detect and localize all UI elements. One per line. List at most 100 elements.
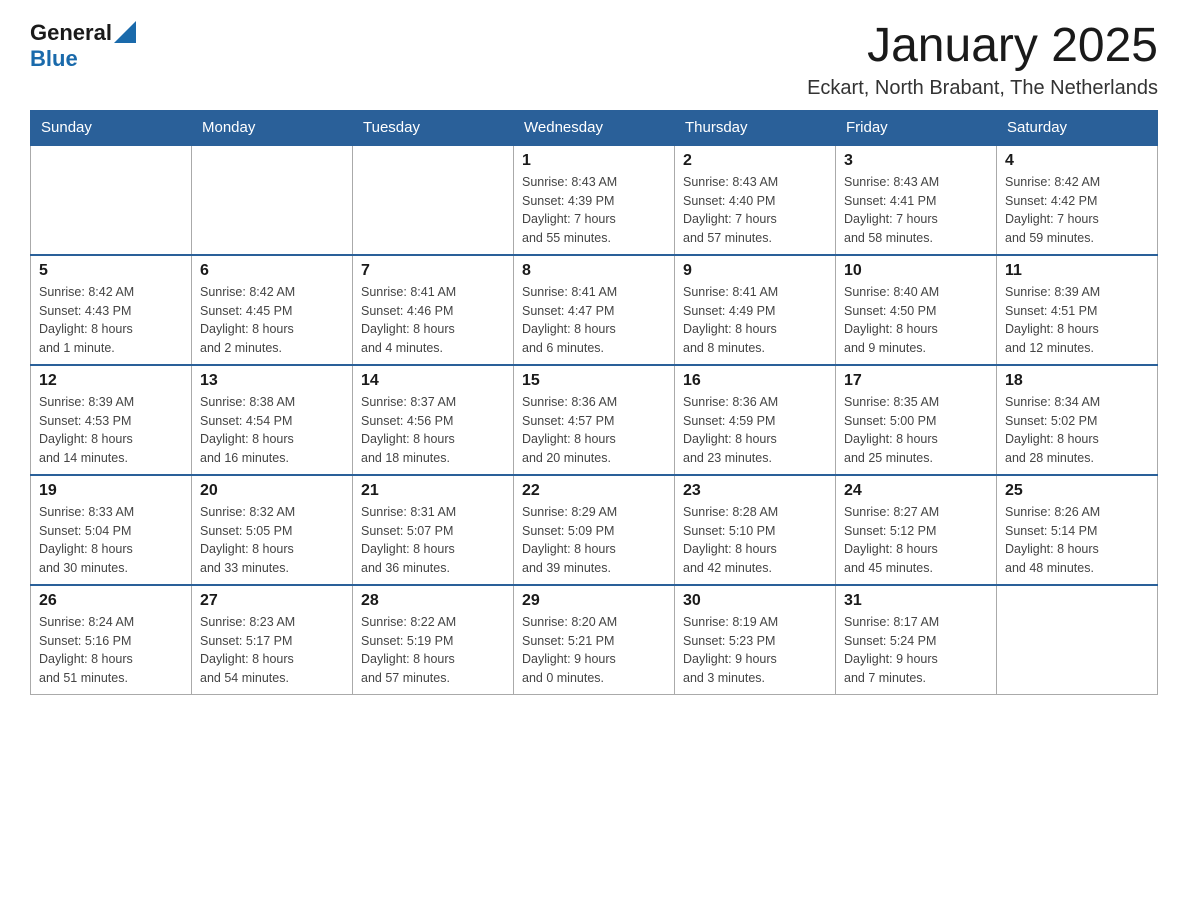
day-number: 8 xyxy=(522,262,666,280)
day-number: 27 xyxy=(200,592,344,610)
calendar-cell: 18 Sunrise: 8:34 AMSunset: 5:02 PMDayligh… xyxy=(997,365,1158,475)
calendar-cell xyxy=(353,145,514,255)
day-number: 20 xyxy=(200,482,344,500)
day-info: Sunrise: 8:29 AMSunset: 5:09 PMDaylight:… xyxy=(522,503,666,578)
day-info: Sunrise: 8:31 AMSunset: 5:07 PMDaylight:… xyxy=(361,503,505,578)
day-header-monday: Monday xyxy=(192,110,353,145)
day-info: Sunrise: 8:41 AMSunset: 4:46 PMDaylight:… xyxy=(361,283,505,358)
day-number: 16 xyxy=(683,372,827,390)
day-number: 1 xyxy=(522,152,666,170)
calendar-cell: 17 Sunrise: 8:35 AMSunset: 5:00 PMDayligh… xyxy=(836,365,997,475)
day-info: Sunrise: 8:28 AMSunset: 5:10 PMDaylight:… xyxy=(683,503,827,578)
day-info: Sunrise: 8:35 AMSunset: 5:00 PMDaylight:… xyxy=(844,393,988,468)
week-row-1: 1 Sunrise: 8:43 AMSunset: 4:39 PMDaylight… xyxy=(31,145,1158,255)
calendar-cell: 2 Sunrise: 8:43 AMSunset: 4:40 PMDaylight… xyxy=(675,145,836,255)
day-info: Sunrise: 8:20 AMSunset: 5:21 PMDaylight:… xyxy=(522,613,666,688)
day-header-thursday: Thursday xyxy=(675,110,836,145)
calendar-cell: 28 Sunrise: 8:22 AMSunset: 5:19 PMDayligh… xyxy=(353,585,514,695)
day-number: 24 xyxy=(844,482,988,500)
calendar-cell: 16 Sunrise: 8:36 AMSunset: 4:59 PMDayligh… xyxy=(675,365,836,475)
logo-triangle-icon xyxy=(114,21,136,43)
day-number: 18 xyxy=(1005,372,1149,390)
calendar-cell: 29 Sunrise: 8:20 AMSunset: 5:21 PMDayligh… xyxy=(514,585,675,695)
day-info: Sunrise: 8:38 AMSunset: 4:54 PMDaylight:… xyxy=(200,393,344,468)
day-number: 7 xyxy=(361,262,505,280)
day-info: Sunrise: 8:36 AMSunset: 4:59 PMDaylight:… xyxy=(683,393,827,468)
calendar-cell xyxy=(31,145,192,255)
day-number: 21 xyxy=(361,482,505,500)
logo-general-text: General xyxy=(30,20,112,46)
day-header-wednesday: Wednesday xyxy=(514,110,675,145)
calendar-cell: 23 Sunrise: 8:28 AMSunset: 5:10 PMDayligh… xyxy=(675,475,836,585)
day-number: 5 xyxy=(39,262,183,280)
day-info: Sunrise: 8:36 AMSunset: 4:57 PMDaylight:… xyxy=(522,393,666,468)
day-info: Sunrise: 8:43 AMSunset: 4:40 PMDaylight:… xyxy=(683,173,827,248)
title-section: January 2025 Eckart, North Brabant, The … xyxy=(807,20,1158,100)
day-number: 12 xyxy=(39,372,183,390)
day-info: Sunrise: 8:40 AMSunset: 4:50 PMDaylight:… xyxy=(844,283,988,358)
day-number: 2 xyxy=(683,152,827,170)
day-number: 29 xyxy=(522,592,666,610)
day-info: Sunrise: 8:41 AMSunset: 4:47 PMDaylight:… xyxy=(522,283,666,358)
day-number: 19 xyxy=(39,482,183,500)
day-info: Sunrise: 8:17 AMSunset: 5:24 PMDaylight:… xyxy=(844,613,988,688)
day-number: 6 xyxy=(200,262,344,280)
day-header-sunday: Sunday xyxy=(31,110,192,145)
day-info: Sunrise: 8:27 AMSunset: 5:12 PMDaylight:… xyxy=(844,503,988,578)
calendar-cell: 3 Sunrise: 8:43 AMSunset: 4:41 PMDaylight… xyxy=(836,145,997,255)
day-info: Sunrise: 8:42 AMSunset: 4:42 PMDaylight:… xyxy=(1005,173,1149,248)
day-number: 28 xyxy=(361,592,505,610)
day-number: 3 xyxy=(844,152,988,170)
day-info: Sunrise: 8:43 AMSunset: 4:41 PMDaylight:… xyxy=(844,173,988,248)
calendar-cell: 13 Sunrise: 8:38 AMSunset: 4:54 PMDayligh… xyxy=(192,365,353,475)
calendar-cell: 10 Sunrise: 8:40 AMSunset: 4:50 PMDayligh… xyxy=(836,255,997,365)
calendar-cell: 20 Sunrise: 8:32 AMSunset: 5:05 PMDayligh… xyxy=(192,475,353,585)
day-info: Sunrise: 8:26 AMSunset: 5:14 PMDaylight:… xyxy=(1005,503,1149,578)
day-info: Sunrise: 8:43 AMSunset: 4:39 PMDaylight:… xyxy=(522,173,666,248)
calendar-cell: 4 Sunrise: 8:42 AMSunset: 4:42 PMDaylight… xyxy=(997,145,1158,255)
day-number: 10 xyxy=(844,262,988,280)
calendar-cell: 9Sunrise: 8:41 AMSunset: 4:49 PMDaylight… xyxy=(675,255,836,365)
calendar-cell: 26Sunrise: 8:24 AMSunset: 5:16 PMDayligh… xyxy=(31,585,192,695)
calendar-cell: 27 Sunrise: 8:23 AMSunset: 5:17 PMDayligh… xyxy=(192,585,353,695)
day-number: 9 xyxy=(683,262,827,280)
calendar-cell: 7 Sunrise: 8:41 AMSunset: 4:46 PMDaylight… xyxy=(353,255,514,365)
calendar-table: SundayMondayTuesdayWednesdayThursdayFrid… xyxy=(30,110,1158,695)
day-number: 4 xyxy=(1005,152,1149,170)
day-info: Sunrise: 8:42 AMSunset: 4:43 PMDaylight:… xyxy=(39,283,183,358)
day-info: Sunrise: 8:19 AMSunset: 5:23 PMDaylight:… xyxy=(683,613,827,688)
calendar-cell: 15 Sunrise: 8:36 AMSunset: 4:57 PMDayligh… xyxy=(514,365,675,475)
day-number: 23 xyxy=(683,482,827,500)
calendar-cell: 22Sunrise: 8:29 AMSunset: 5:09 PMDayligh… xyxy=(514,475,675,585)
day-header-tuesday: Tuesday xyxy=(353,110,514,145)
day-number: 31 xyxy=(844,592,988,610)
day-info: Sunrise: 8:22 AMSunset: 5:19 PMDaylight:… xyxy=(361,613,505,688)
day-number: 13 xyxy=(200,372,344,390)
logo: General Blue xyxy=(30,20,136,72)
calendar-cell: 8 Sunrise: 8:41 AMSunset: 4:47 PMDaylight… xyxy=(514,255,675,365)
day-info: Sunrise: 8:34 AMSunset: 5:02 PMDaylight:… xyxy=(1005,393,1149,468)
day-number: 15 xyxy=(522,372,666,390)
day-number: 30 xyxy=(683,592,827,610)
page-header: General Blue January 2025 Eckart, North … xyxy=(30,20,1158,100)
calendar-cell: 6 Sunrise: 8:42 AMSunset: 4:45 PMDaylight… xyxy=(192,255,353,365)
calendar-cell: 11 Sunrise: 8:39 AMSunset: 4:51 PMDayligh… xyxy=(997,255,1158,365)
calendar-title: January 2025 xyxy=(807,20,1158,73)
day-info: Sunrise: 8:39 AMSunset: 4:53 PMDaylight:… xyxy=(39,393,183,468)
day-number: 14 xyxy=(361,372,505,390)
calendar-cell: 25Sunrise: 8:26 AMSunset: 5:14 PMDayligh… xyxy=(997,475,1158,585)
day-info: Sunrise: 8:42 AMSunset: 4:45 PMDaylight:… xyxy=(200,283,344,358)
day-info: Sunrise: 8:39 AMSunset: 4:51 PMDaylight:… xyxy=(1005,283,1149,358)
calendar-cell: 1 Sunrise: 8:43 AMSunset: 4:39 PMDaylight… xyxy=(514,145,675,255)
calendar-cell: 31 Sunrise: 8:17 AMSunset: 5:24 PMDayligh… xyxy=(836,585,997,695)
calendar-cell: 19 Sunrise: 8:33 AMSunset: 5:04 PMDayligh… xyxy=(31,475,192,585)
week-row-2: 5 Sunrise: 8:42 AMSunset: 4:43 PMDaylight… xyxy=(31,255,1158,365)
week-row-4: 19 Sunrise: 8:33 AMSunset: 5:04 PMDayligh… xyxy=(31,475,1158,585)
day-header-saturday: Saturday xyxy=(997,110,1158,145)
day-number: 17 xyxy=(844,372,988,390)
day-info: Sunrise: 8:32 AMSunset: 5:05 PMDaylight:… xyxy=(200,503,344,578)
calendar-cell: 24 Sunrise: 8:27 AMSunset: 5:12 PMDayligh… xyxy=(836,475,997,585)
day-info: Sunrise: 8:33 AMSunset: 5:04 PMDaylight:… xyxy=(39,503,183,578)
day-number: 11 xyxy=(1005,262,1149,280)
day-info: Sunrise: 8:23 AMSunset: 5:17 PMDaylight:… xyxy=(200,613,344,688)
